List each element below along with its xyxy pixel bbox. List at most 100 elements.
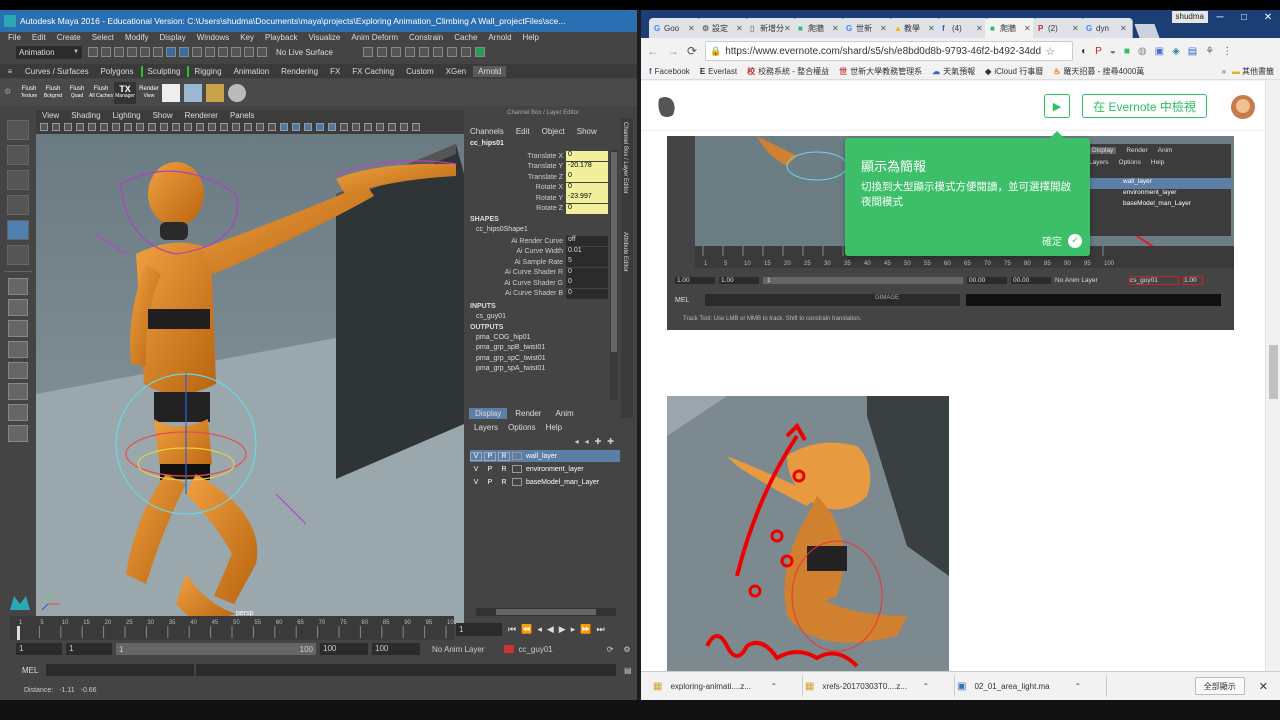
viewport-toolbar-icon[interactable]: [388, 123, 396, 131]
browser-tab[interactable]: Gdyn ✕: [1081, 18, 1133, 38]
output-node[interactable]: pma_COG_hip01: [466, 334, 620, 345]
layer-row[interactable]: V P RbaseModel_man_Layer: [470, 476, 620, 488]
menu-arnold[interactable]: Arnold: [488, 33, 511, 42]
shelf-tab-rigging[interactable]: Rigging: [187, 65, 226, 77]
node-name[interactable]: cc_hips01: [466, 140, 620, 150]
layer-tab-anim[interactable]: Anim: [549, 408, 579, 419]
shelf-tab-fx[interactable]: FX: [325, 66, 345, 77]
layer-name[interactable]: wall_layer: [526, 453, 557, 460]
channel-row[interactable]: Translate Y -20.178: [466, 161, 620, 173]
range-inner-start-field[interactable]: 1: [66, 643, 112, 655]
omnibox[interactable]: 🔒 https://www.evernote.com/shard/s5/sh/e…: [705, 41, 1074, 61]
viewport-toolbar-icon[interactable]: [172, 123, 180, 131]
shelf-tab-fx-caching[interactable]: FX Caching: [347, 66, 399, 77]
menu-cache[interactable]: Cache: [454, 33, 477, 42]
layer-name[interactable]: baseModel_man_Layer: [526, 479, 599, 486]
channel-value[interactable]: -23.997: [566, 193, 608, 204]
layer-color-swatch[interactable]: [512, 465, 522, 473]
range-end-field[interactable]: 100: [372, 643, 420, 655]
layer-p-toggle[interactable]: P: [484, 479, 496, 486]
side-by-side-layout-icon[interactable]: [8, 320, 28, 337]
mode-selector[interactable]: Animation ▼: [16, 45, 82, 59]
move-tool-icon[interactable]: [7, 195, 29, 215]
channel-value[interactable]: 0: [566, 278, 608, 289]
channel-row[interactable]: Rotate Y -23.997: [466, 193, 620, 204]
channel-row[interactable]: Translate X0: [466, 151, 620, 162]
channel-value[interactable]: -20.178: [566, 161, 608, 172]
show-channel-box-icon[interactable]: [474, 47, 485, 57]
shelf-tab-xgen[interactable]: XGen: [441, 66, 471, 77]
select-by-component-icon[interactable]: [179, 47, 189, 57]
viewport-menu-renderer[interactable]: Renderer: [185, 111, 218, 120]
bookmark-item[interactable]: ♨ 羅天招募 - 搜尋4000萬: [1053, 66, 1144, 77]
snap-to-grid-icon[interactable]: [192, 47, 202, 57]
shelf-menu-icon[interactable]: ≡: [0, 67, 20, 76]
shelf-options-icon[interactable]: ⚙: [4, 87, 11, 96]
browser-tab[interactable]: G 世新 ✕: [841, 18, 893, 38]
side-tab[interactable]: Attribute Editor: [621, 228, 629, 308]
layer-menu-help[interactable]: Help: [546, 423, 562, 432]
other-bookmarks[interactable]: 其他書籤: [1242, 66, 1280, 77]
layer-row[interactable]: V P Rwall_layer: [470, 450, 620, 462]
tab-close-icon[interactable]: ✕: [880, 24, 887, 33]
viewport-toolbar-icon[interactable]: [412, 123, 420, 131]
browser-tab[interactable]: P (2) ✕: [1033, 18, 1085, 38]
chevron-up-icon[interactable]: ⌃: [922, 682, 929, 691]
bookmark-item[interactable]: ◆ iCloud 行事曆: [985, 66, 1043, 77]
layer-p-toggle[interactable]: P: [484, 466, 496, 473]
snap-to-view-plane-icon[interactable]: [244, 47, 254, 57]
white-swatch-icon[interactable]: [162, 83, 180, 102]
extension-icon[interactable]: ◐: [1081, 46, 1087, 57]
channel-value[interactable]: 0: [566, 203, 608, 214]
viewport-toolbar-icon[interactable]: [52, 123, 60, 131]
maximize-button[interactable]: □: [1232, 12, 1256, 23]
viewport-toolbar-icon[interactable]: [292, 123, 300, 131]
browser-tab[interactable]: ⚙ 設定 ✕: [697, 18, 749, 38]
menu-playback[interactable]: Playback: [265, 33, 297, 42]
layer-menu-options[interactable]: Options: [508, 423, 536, 432]
tab-close-icon[interactable]: ✕: [688, 24, 695, 33]
single-view-layout-icon[interactable]: [8, 278, 28, 295]
menu-display[interactable]: Display: [160, 33, 186, 42]
channel-box-scrollbar[interactable]: [610, 150, 618, 400]
output-node[interactable]: pma_grp_spA_twist01: [466, 365, 620, 376]
bookmark-item[interactable]: 世世新大學教務管理系: [839, 66, 922, 77]
paint-select-tool-icon[interactable]: [7, 170, 29, 190]
persp-outliner-layout-icon[interactable]: [8, 362, 28, 379]
extension-icon[interactable]: ▣: [1155, 46, 1164, 57]
channel-menu-edit[interactable]: Edit: [516, 127, 530, 136]
viewport-menu-panels[interactable]: Panels: [230, 111, 254, 120]
show-tool-settings-icon[interactable]: [460, 47, 471, 57]
extension-icon[interactable]: ▤: [1188, 46, 1197, 57]
avatar[interactable]: [1231, 95, 1255, 119]
overflow-icon[interactable]: »: [1222, 67, 1226, 76]
gold-swatch-icon[interactable]: [206, 83, 224, 102]
layer-r-toggle[interactable]: R: [498, 451, 510, 461]
redo-icon[interactable]: [140, 47, 150, 57]
make-live-icon[interactable]: [257, 47, 267, 57]
layer-tab-render[interactable]: Render: [509, 408, 547, 419]
move-layer-up-icon[interactable]: ◂: [575, 437, 579, 446]
show-attribute-editor-icon[interactable]: [446, 47, 457, 57]
tooltip-ok-button[interactable]: 確定 ✓: [1042, 233, 1082, 248]
layer-r-toggle[interactable]: R: [498, 479, 510, 486]
shelf-tool-flush-texture[interactable]: Flush Texture: [18, 81, 40, 104]
layer-row[interactable]: V P Renvironment_layer: [470, 463, 620, 475]
outliner-layout-icon[interactable]: [8, 383, 28, 400]
tab-close-icon[interactable]: ✕: [1120, 24, 1127, 33]
viewport-toolbar-icon[interactable]: [400, 123, 408, 131]
tab-close-icon[interactable]: ✕: [832, 24, 839, 33]
forward-icon[interactable]: →: [667, 44, 679, 58]
bookmark-item[interactable]: ☁ 天氣預報: [932, 66, 975, 77]
scale-tool-icon[interactable]: [7, 245, 29, 265]
menu-key[interactable]: Key: [240, 33, 254, 42]
new-layer-icon[interactable]: ✚: [595, 437, 602, 446]
render-view-icon[interactable]: [432, 47, 443, 57]
channel-row[interactable]: Rotate Z0: [466, 203, 620, 215]
shelf-tool-render-view[interactable]: Render View: [138, 81, 160, 104]
pinterest-extension-icon[interactable]: P: [1095, 46, 1102, 57]
browser-tab[interactable]: ▲ 教學 ✕: [889, 18, 941, 38]
channel-menu-show[interactable]: Show: [577, 127, 597, 136]
channel-menu-object[interactable]: Object: [542, 127, 565, 136]
menu-edit[interactable]: Edit: [32, 33, 46, 42]
